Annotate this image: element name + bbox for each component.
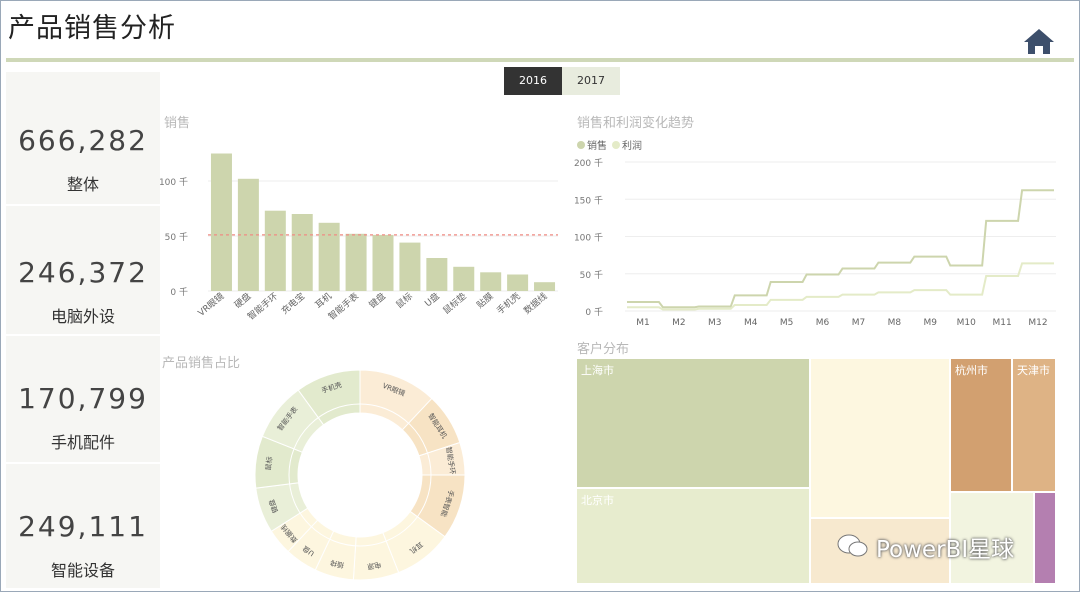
- series-line-sales: [627, 189, 1054, 309]
- bar: [372, 234, 394, 291]
- treemap-cell-beijing[interactable]: 北京市: [576, 488, 810, 584]
- wechat-icon: [837, 534, 868, 557]
- x-tick-label: M2: [672, 318, 686, 328]
- x-tick-label: M9: [924, 318, 938, 328]
- bar: [480, 272, 502, 291]
- treemap-cell-hangzhou[interactable]: 杭州市: [950, 358, 1012, 492]
- y-tick-label: 50 千: [165, 232, 188, 243]
- bar: [264, 210, 286, 291]
- x-tick-label: U盘: [422, 290, 442, 309]
- kpi-card-pc-peripherals: 246,372 电脑外设: [6, 206, 160, 334]
- bar: [345, 233, 367, 291]
- treemap-cell-tianjin[interactable]: 天津市: [1012, 358, 1056, 492]
- kpi-value: 246,372: [18, 256, 148, 289]
- year-button-2017[interactable]: 2017: [562, 67, 620, 95]
- x-tick-label: M7: [852, 318, 866, 328]
- bar: [318, 222, 340, 291]
- line-chart-title: 销售和利润变化趋势: [577, 116, 695, 131]
- kpi-value: 170,799: [18, 382, 148, 415]
- x-tick-label: 鼠标垫: [440, 290, 468, 317]
- kpi-card-phone-accessories: 170,799 手机配件: [6, 336, 160, 462]
- x-tick-label: M11: [993, 318, 1012, 328]
- year-slicer: 2016 2017: [504, 67, 620, 95]
- treemap-label: 天津市: [1017, 364, 1050, 377]
- treemap-label: 北京市: [581, 494, 614, 507]
- treemap-cell[interactable]: [1034, 492, 1056, 584]
- sales-profit-line-chart: 销售 利润 0 千 50 千 100 千 150 千 200 千 M1 M2 M3 M4 M5 M6 M7…: [574, 139, 1056, 328]
- kpi-label: 电脑外设: [50, 307, 115, 326]
- legend-marker-sales: [577, 141, 585, 149]
- x-tick-label: 手机壳: [494, 290, 522, 317]
- treemap-label: 杭州市: [955, 364, 988, 377]
- year-button-2016[interactable]: 2016: [504, 67, 562, 95]
- legend-label-sales: 销售: [587, 139, 607, 152]
- y-tick-label: 0 千: [170, 287, 188, 298]
- y-tick-label: 100 千: [160, 177, 188, 188]
- x-tick-label: 充电宝: [279, 290, 307, 317]
- home-icon[interactable]: [1022, 26, 1056, 56]
- watermark-text: PowerBI星球: [876, 537, 1015, 563]
- x-tick-label: M1: [636, 318, 650, 328]
- x-tick-label: 智能手环: [245, 290, 280, 322]
- header-divider: [6, 58, 1074, 62]
- product-share-donut: VR眼镜智能耳机智能手环手表智能耳机电源插排U盘数据线键盘鼠标智能手表手机壳: [254, 369, 466, 581]
- x-tick-label: 鼠标: [393, 290, 415, 311]
- kpi-label: 智能设备: [50, 561, 115, 580]
- x-tick-label: VR眼镜: [195, 290, 226, 319]
- kpi-card-total: 666,282 整体: [6, 72, 160, 204]
- kpi-value: 666,282: [18, 124, 148, 157]
- bar: [399, 242, 421, 291]
- x-tick-label: 智能手表: [326, 290, 361, 322]
- x-tick-label: M12: [1028, 318, 1047, 328]
- kpi-value: 249,111: [18, 510, 148, 543]
- bar: [237, 178, 259, 291]
- sales-bar-chart: 0 千 50 千 100 千 VR眼镜 硬盘智能手环 充电宝 耳机智能手表 键盘 鼠标 U盘 鼠标垫…: [160, 153, 558, 322]
- x-tick-label: 键盘: [366, 290, 388, 311]
- bar: [534, 282, 556, 291]
- x-tick-label: 硬盘: [232, 290, 254, 311]
- kpi-card-smart-devices: 249,111 智能设备: [6, 464, 160, 588]
- donut-chart-title: 产品销售占比: [162, 356, 241, 371]
- bar-chart-title: 销售: [164, 116, 191, 131]
- legend-marker-profit: [612, 141, 620, 149]
- y-tick-label: 50 千: [580, 270, 603, 281]
- x-tick-label: 数据线: [521, 290, 549, 317]
- treemap-cell-shanghai[interactable]: 上海市: [576, 358, 810, 488]
- x-tick-label: M8: [888, 318, 902, 328]
- y-tick-label: 200 千: [574, 158, 603, 169]
- page-title: 产品销售分析: [8, 13, 176, 44]
- legend-label-profit: 利润: [622, 139, 642, 152]
- x-tick-label: M6: [816, 318, 830, 328]
- treemap-cell[interactable]: [810, 358, 950, 518]
- slice-label: 鼠标: [263, 456, 274, 471]
- bar: [453, 266, 475, 291]
- x-tick-label: M10: [957, 318, 976, 328]
- y-tick-label: 150 千: [574, 195, 603, 206]
- treemap-title: 客户分布: [577, 342, 630, 357]
- y-tick-label: 100 千: [574, 233, 603, 244]
- bar: [291, 214, 313, 291]
- kpi-label: 整体: [66, 175, 99, 194]
- x-tick-label: 耳机: [313, 290, 335, 311]
- bar: [426, 258, 448, 291]
- x-tick-label: 贴膜: [474, 290, 496, 311]
- x-tick-label: M3: [708, 318, 722, 328]
- bar: [507, 274, 529, 291]
- treemap-label: 上海市: [581, 364, 614, 377]
- y-tick-label: 0 千: [585, 307, 603, 318]
- x-tick-label: M4: [744, 318, 758, 328]
- kpi-label: 手机配件: [50, 433, 115, 452]
- x-tick-label: M5: [780, 318, 794, 328]
- bar: [210, 153, 232, 291]
